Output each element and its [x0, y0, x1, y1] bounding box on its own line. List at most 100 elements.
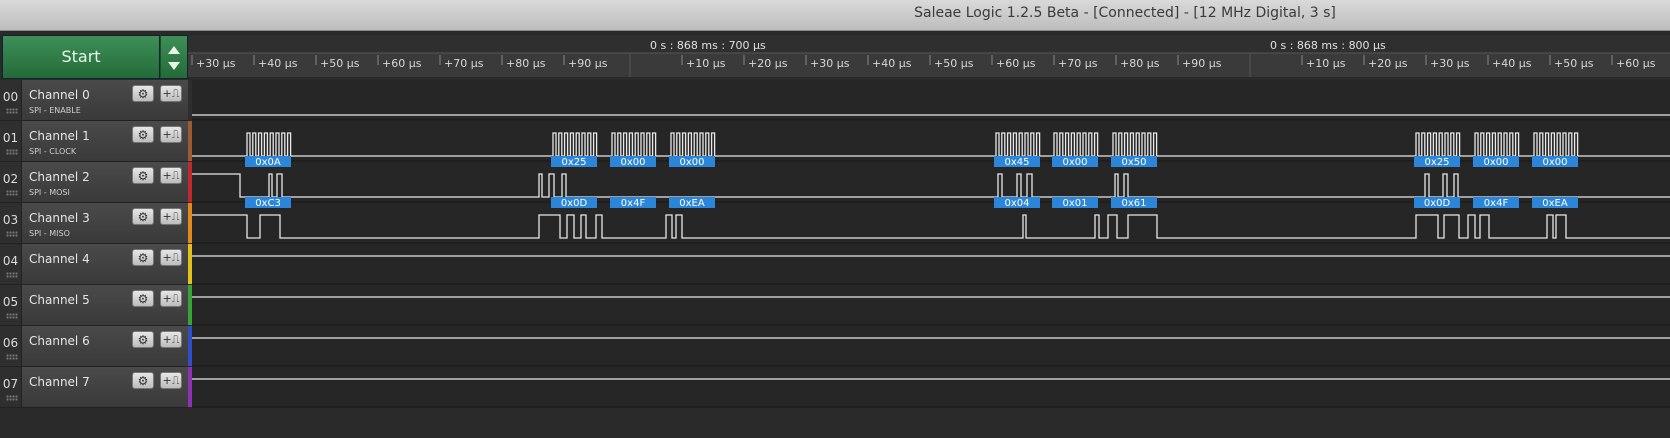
start-button[interactable]: Start — [2, 35, 160, 79]
drag-grip-icon[interactable] — [6, 354, 18, 360]
tick-label: +40 µs — [1492, 57, 1532, 70]
channel-row-6[interactable]: 06 Channel 6 ⚙ +⎍ — [0, 326, 188, 367]
channel-name[interactable]: Channel 5 — [29, 293, 90, 307]
trigger-icon[interactable]: +⎍ — [160, 249, 182, 266]
tick-label: +50 µs — [1554, 57, 1594, 70]
drag-grip-icon[interactable] — [6, 395, 18, 401]
gear-icon[interactable]: ⚙ — [132, 167, 154, 184]
channel-name[interactable]: Channel 4 — [29, 252, 90, 266]
channel-number: 05 — [0, 285, 22, 325]
tick-label: +20 µs — [1368, 57, 1408, 70]
decoded-byte-label: 0x04 — [1004, 198, 1029, 209]
channel-number: 01 — [0, 121, 22, 161]
trigger-icon[interactable]: +⎍ — [160, 126, 182, 143]
timeline-svg: 0 s : 868 ms : 700 µs 0 s : 868 ms : 800… — [188, 35, 1670, 77]
channel-number: 02 — [0, 162, 22, 202]
tick-label: +10 µs — [686, 57, 726, 70]
channel-row-1[interactable]: 01 Channel 1 SPI - CLOCK ⚙ +⎍ — [0, 121, 188, 162]
channel-analyzer-label: SPI - MISO — [29, 229, 70, 238]
waveform-svg: 0x0A 0x25 0x00 0x00 0x45 0x00 0x50 0x25 0x00 0x00… — [192, 80, 1670, 408]
title-bar: Saleae Logic 1.2.5 Beta - [Connected] - … — [0, 0, 1670, 31]
arrow-up-icon — [168, 46, 180, 54]
drag-grip-icon[interactable] — [6, 272, 18, 278]
gear-icon[interactable]: ⚙ — [132, 126, 154, 143]
decoded-byte-label: 0x00 — [620, 157, 645, 168]
decoded-byte-label: 0x61 — [1121, 198, 1146, 209]
decoded-byte-label: 0x4F — [621, 198, 646, 209]
timeline-ruler[interactable]: 0 s : 868 ms : 700 µs 0 s : 868 ms : 800… — [188, 35, 1670, 77]
channel-row-5[interactable]: 05 Channel 5 ⚙ +⎍ — [0, 285, 188, 326]
decoded-byte-label: 0x00 — [1542, 157, 1567, 168]
tick-label: +60 µs — [1616, 57, 1656, 70]
channel-row-7[interactable]: 07 Channel 7 ⚙ +⎍ — [0, 367, 188, 408]
decoded-byte-label: 0x25 — [561, 157, 586, 168]
channel-name[interactable]: Channel 0 — [29, 88, 90, 102]
timeline-group-label: 0 s : 868 ms : 800 µs — [1270, 39, 1386, 52]
decoded-byte-label: 0xEA — [679, 198, 705, 209]
waveform-row — [192, 244, 1670, 284]
decoded-byte-label: 0x00 — [679, 157, 704, 168]
drag-grip-icon[interactable] — [6, 108, 18, 114]
decoded-byte-label: 0x25 — [1424, 157, 1449, 168]
trigger-icon[interactable]: +⎍ — [160, 290, 182, 307]
timeline-group-band — [188, 35, 1670, 53]
channel-name[interactable]: Channel 1 — [29, 129, 90, 143]
decoded-byte-label: 0x4F — [1484, 198, 1509, 209]
tick-label: +30 µs — [810, 57, 850, 70]
gear-icon[interactable]: ⚙ — [132, 290, 154, 307]
tick-label: +80 µs — [506, 57, 546, 70]
decoded-byte-label: 0xEA — [1542, 198, 1568, 209]
waveform-area[interactable]: 0x0A 0x25 0x00 0x00 0x45 0x00 0x50 0x25 0x00 0x00… — [192, 80, 1670, 414]
tick-label: +90 µs — [1182, 57, 1222, 70]
channel-name[interactable]: Channel 6 — [29, 334, 90, 348]
channel-number: 06 — [0, 326, 22, 366]
tick-label: +50 µs — [320, 57, 360, 70]
channel-analyzer-label: SPI - MOSI — [29, 188, 70, 197]
gear-icon[interactable]: ⚙ — [132, 372, 154, 389]
tick-label: +80 µs — [1120, 57, 1160, 70]
channel-number: 00 — [0, 80, 22, 120]
tick-label: +40 µs — [872, 57, 912, 70]
channel-name[interactable]: Channel 7 — [29, 375, 90, 389]
trigger-icon[interactable]: +⎍ — [160, 331, 182, 348]
waveform-row — [192, 80, 1670, 120]
gear-icon[interactable]: ⚙ — [132, 331, 154, 348]
gear-icon[interactable]: ⚙ — [132, 249, 154, 266]
timeline-group-label: 0 s : 868 ms : 700 µs — [650, 39, 766, 52]
trigger-icon[interactable]: +⎍ — [160, 167, 182, 184]
trigger-icon[interactable]: +⎍ — [160, 85, 182, 102]
channel-analyzer-label: SPI - CLOCK — [29, 147, 77, 156]
tick-label: +30 µs — [1430, 57, 1470, 70]
waveform-row — [192, 326, 1670, 366]
decoded-byte-label: 0x01 — [1062, 198, 1087, 209]
tick-label: +50 µs — [934, 57, 974, 70]
channel-row-0[interactable]: 00 Channel 0 SPI - ENABLE ⚙ +⎍ — [0, 80, 188, 121]
channel-name[interactable]: Channel 3 — [29, 211, 90, 225]
gear-icon[interactable]: ⚙ — [132, 85, 154, 102]
decoded-byte-label: 0xC3 — [255, 198, 281, 209]
decoded-byte-label: 0x00 — [1483, 157, 1508, 168]
decoded-byte-label: 0x0D — [1424, 198, 1451, 209]
tick-label: +60 µs — [382, 57, 422, 70]
drag-grip-icon[interactable] — [6, 313, 18, 319]
trigger-icon[interactable]: +⎍ — [160, 372, 182, 389]
channel-row-4[interactable]: 04 Channel 4 ⚙ +⎍ — [0, 244, 188, 285]
drag-grip-icon[interactable] — [6, 149, 18, 155]
gear-icon[interactable]: ⚙ — [132, 208, 154, 225]
channel-row-3[interactable]: 03 Channel 3 SPI - MISO ⚙ +⎍ — [0, 203, 188, 244]
waveform-row — [192, 285, 1670, 325]
tick-label: +90 µs — [568, 57, 608, 70]
channel-name[interactable]: Channel 2 — [29, 170, 90, 184]
decoded-byte-label: 0x50 — [1121, 157, 1146, 168]
drag-grip-icon[interactable] — [6, 231, 18, 237]
channel-row-2[interactable]: 02 Channel 2 SPI - MOSI ⚙ +⎍ — [0, 162, 188, 203]
decoded-byte-label: 0x0A — [255, 157, 281, 168]
drag-grip-icon[interactable] — [6, 190, 18, 196]
tick-label: +70 µs — [444, 57, 484, 70]
waveform-row — [192, 162, 1670, 202]
trigger-icon[interactable]: +⎍ — [160, 208, 182, 225]
channel-analyzer-label: SPI - ENABLE — [29, 106, 81, 115]
decoded-byte-label: 0x45 — [1004, 157, 1029, 168]
tick-label: +70 µs — [1058, 57, 1098, 70]
start-options-button[interactable] — [160, 35, 188, 79]
